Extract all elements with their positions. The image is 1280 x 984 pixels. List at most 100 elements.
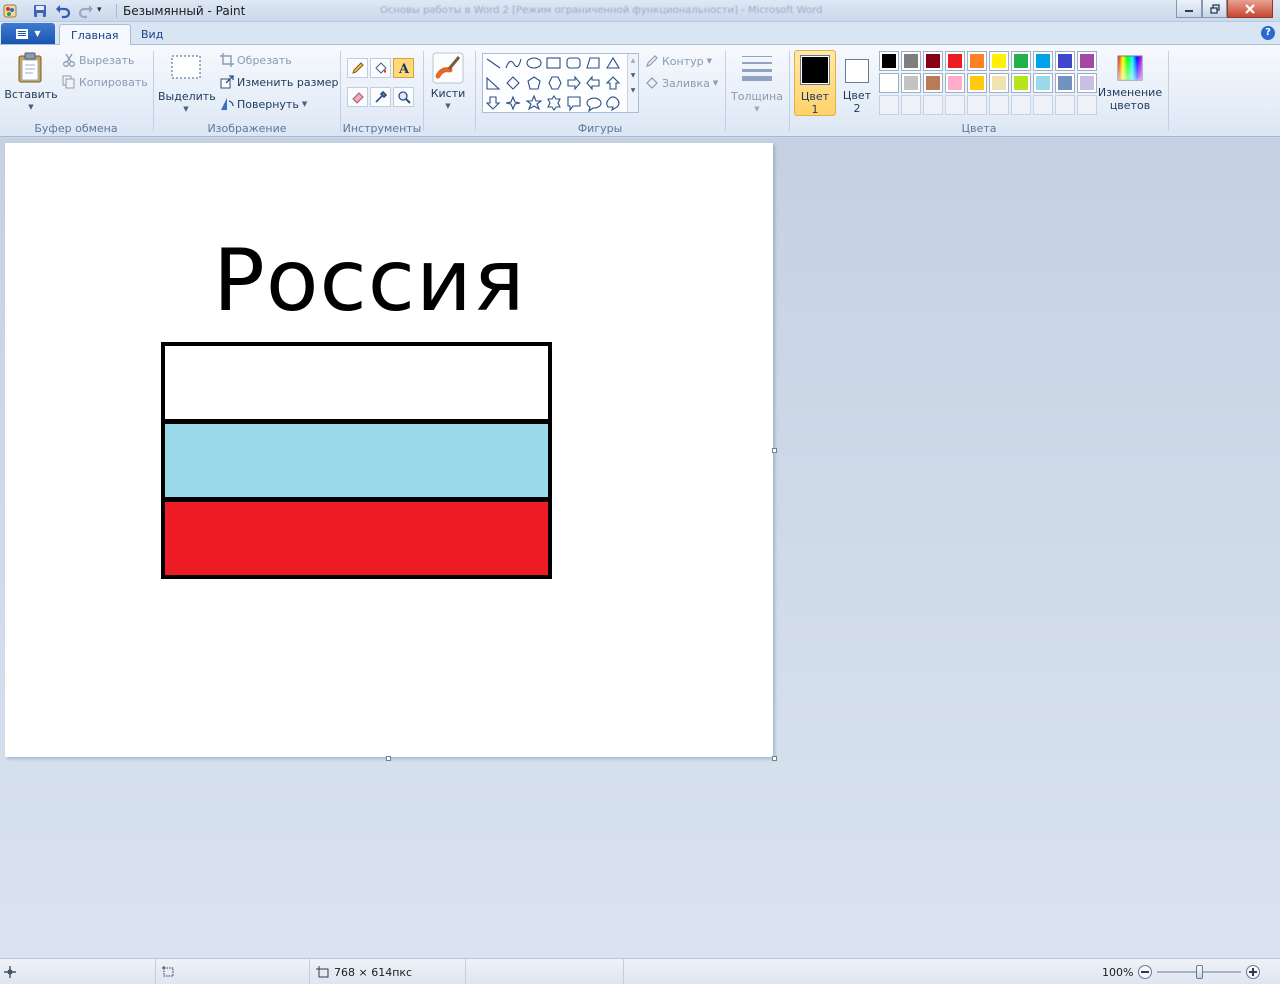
outline-button[interactable]: Контур ▼: [645, 54, 712, 68]
edit-colors-button[interactable]: Изменение цветов: [1097, 53, 1163, 112]
canvas-resize-handle-corner[interactable]: [772, 756, 777, 761]
palette-color-swatch[interactable]: [923, 73, 943, 93]
color1-swatch: [802, 57, 828, 83]
minimize-button[interactable]: [1176, 0, 1202, 18]
palette-custom-slot[interactable]: [945, 95, 965, 115]
palette-color-swatch[interactable]: [901, 73, 921, 93]
palette-custom-slot[interactable]: [879, 95, 899, 115]
palette-color-swatch[interactable]: [1055, 51, 1075, 71]
select-button[interactable]: Выделить ▼: [158, 53, 216, 116]
brushes-dropdown-icon[interactable]: ▼: [427, 100, 469, 113]
size-button[interactable]: Толщина ▼: [729, 53, 785, 116]
palette-color-fill: [992, 76, 1006, 90]
paint-menu-button[interactable]: ▼: [1, 23, 55, 44]
rotate-button[interactable]: Повернуть ▼: [220, 97, 307, 111]
paste-dropdown-icon[interactable]: ▼: [4, 101, 58, 114]
pencil-tool[interactable]: [347, 58, 368, 78]
right-arrow-shape-icon: [567, 75, 581, 91]
fill-dropdown-icon[interactable]: ▼: [713, 79, 718, 87]
zoom-out-button[interactable]: [1138, 965, 1153, 979]
palette-custom-slot[interactable]: [1033, 95, 1053, 115]
shapes-gallery-scrollbar[interactable]: ▲ ▼ ▼: [627, 54, 638, 112]
fill-tool[interactable]: [370, 58, 391, 78]
maximize-button[interactable]: [1202, 0, 1227, 18]
palette-custom-slot[interactable]: [1011, 95, 1031, 115]
palette-custom-slot[interactable]: [989, 95, 1009, 115]
text-tool[interactable]: A: [393, 58, 414, 78]
gallery-scroll-down-icon[interactable]: ▼: [628, 72, 638, 79]
tab-home[interactable]: Главная: [59, 24, 131, 46]
outline-pen-icon: [646, 55, 658, 67]
zoom-slider-thumb[interactable]: [1196, 965, 1204, 979]
palette-color-swatch[interactable]: [945, 51, 965, 71]
outline-dropdown-icon[interactable]: ▼: [707, 57, 712, 65]
eraser-tool[interactable]: [347, 87, 368, 107]
select-dropdown-icon[interactable]: ▼: [158, 103, 214, 116]
title-separator: [116, 4, 117, 18]
palette-custom-slot[interactable]: [923, 95, 943, 115]
clipboard-icon: [18, 52, 42, 83]
palette-color-swatch[interactable]: [1077, 73, 1097, 93]
customize-quick-access-icon[interactable]: ▾: [97, 5, 113, 21]
palette-custom-slot[interactable]: [1077, 95, 1097, 115]
palette-color-swatch[interactable]: [901, 51, 921, 71]
zoom-level: 100%: [1102, 965, 1134, 979]
window-title: Безымянный - Paint: [123, 4, 246, 18]
group-separator: [423, 51, 424, 131]
resize-button[interactable]: Изменить размер: [220, 75, 339, 89]
palette-color-swatch[interactable]: [989, 51, 1009, 71]
save-icon[interactable]: [32, 3, 48, 19]
fill-button[interactable]: Заливка ▼: [645, 76, 718, 90]
palette-color-swatch[interactable]: [989, 73, 1009, 93]
palette-color-swatch[interactable]: [945, 73, 965, 93]
palette-color-fill: [1036, 54, 1050, 68]
size-dropdown-icon[interactable]: ▼: [729, 103, 785, 116]
palette-color-swatch[interactable]: [879, 73, 899, 93]
color2-button[interactable]: Цвет 2: [838, 50, 876, 116]
zoom-in-button[interactable]: [1246, 965, 1261, 979]
canvas-resize-handle-bottom[interactable]: [386, 756, 391, 761]
cursor-position-icon: [4, 966, 16, 978]
copy-button[interactable]: Копировать: [62, 75, 148, 89]
rotate-dropdown-icon[interactable]: ▼: [302, 100, 307, 108]
palette-custom-slot[interactable]: [1055, 95, 1075, 115]
magnifier-tool[interactable]: [393, 87, 414, 107]
cut-button[interactable]: Вырезать: [62, 53, 134, 67]
palette-color-swatch[interactable]: [1011, 51, 1031, 71]
close-button[interactable]: [1227, 0, 1273, 18]
palette-color-swatch[interactable]: [879, 51, 899, 71]
file-size-cell: [466, 959, 624, 984]
palette-color-swatch[interactable]: [923, 51, 943, 71]
canvas-workspace[interactable]: Россия: [0, 138, 1280, 958]
tab-view[interactable]: Вид: [130, 24, 174, 46]
paste-button[interactable]: Вставить ▼: [4, 51, 58, 114]
color2-label: Цвет: [842, 89, 872, 102]
crop-button[interactable]: Обрезать: [220, 53, 292, 67]
palette-custom-slot[interactable]: [967, 95, 987, 115]
palette-color-swatch[interactable]: [1055, 73, 1075, 93]
palette-color-swatch[interactable]: [967, 73, 987, 93]
undo-icon[interactable]: [55, 3, 71, 19]
canvas-resize-handle-right[interactable]: [772, 448, 777, 453]
gallery-expand-icon[interactable]: ▼: [628, 87, 638, 94]
redo-icon[interactable]: [78, 3, 94, 19]
cloud-callout-shape-icon: [606, 96, 620, 112]
edit-colors-label: Изменение: [1097, 86, 1163, 99]
palette-color-swatch[interactable]: [1011, 73, 1031, 93]
zoom-slider[interactable]: [1157, 965, 1242, 979]
gallery-scroll-up-icon[interactable]: ▲: [628, 57, 638, 64]
color-picker-tool[interactable]: [370, 87, 391, 107]
palette-color-swatch[interactable]: [967, 51, 987, 71]
clipboard-group-label: Буфер обмена: [34, 122, 118, 135]
palette-color-swatch[interactable]: [1077, 51, 1097, 71]
image-dimensions: 768 × 614пкс: [334, 965, 413, 979]
drawing-canvas[interactable]: Россия: [5, 143, 773, 757]
palette-color-swatch[interactable]: [1033, 73, 1053, 93]
color1-button[interactable]: Цвет 1: [794, 50, 836, 116]
brushes-button[interactable]: Кисти ▼: [427, 52, 469, 113]
cut-label: Вырезать: [79, 53, 135, 67]
paint-app-icon[interactable]: [2, 3, 18, 19]
palette-color-swatch[interactable]: [1033, 51, 1053, 71]
help-icon[interactable]: ?: [1261, 26, 1275, 40]
palette-custom-slot[interactable]: [901, 95, 921, 115]
